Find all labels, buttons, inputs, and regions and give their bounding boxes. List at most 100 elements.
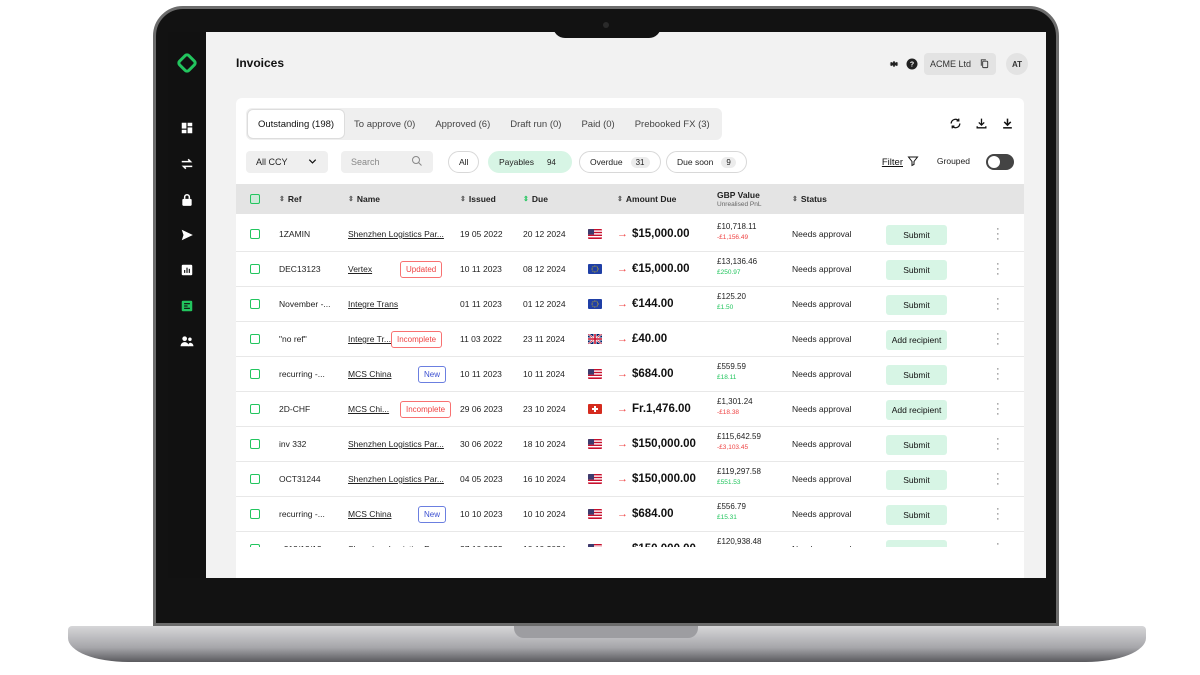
amount-cell: → £40.00 bbox=[617, 322, 667, 356]
more-options-icon[interactable]: ··· bbox=[996, 434, 1000, 455]
table-row[interactable]: recurring -... MCS China New 10 10 2023 10 1… bbox=[236, 497, 1024, 532]
table-row[interactable]: "no ref" Integre Tr... Incomplete 11 03 202… bbox=[236, 322, 1024, 357]
submit-button[interactable]: Submit bbox=[886, 260, 947, 280]
copy-icon[interactable] bbox=[979, 58, 990, 71]
arrow-right-icon: → bbox=[617, 473, 628, 485]
submit-button[interactable]: Submit bbox=[886, 470, 947, 490]
send-icon[interactable] bbox=[179, 227, 195, 243]
tab-outstanding[interactable]: Outstanding (198) bbox=[248, 110, 345, 138]
row-checkbox[interactable] bbox=[250, 334, 260, 344]
recipient-name-link[interactable]: Shenzhen Logistics Par... bbox=[348, 217, 444, 251]
filter-chip-all[interactable]: All bbox=[448, 151, 480, 173]
search-input[interactable]: Search bbox=[341, 151, 433, 173]
more-options-icon[interactable]: ··· bbox=[996, 259, 1000, 280]
col-name[interactable]: ⇕ Name bbox=[348, 184, 380, 214]
tab-draft-run[interactable]: Draft run (0) bbox=[500, 110, 571, 138]
avatar[interactable]: AT bbox=[1006, 53, 1028, 75]
table-row[interactable]: 2D-CHF MCS Chi... Incomplete 29 06 2023 23 1… bbox=[236, 392, 1024, 427]
recipient-name-link[interactable]: Shenzhen Logistics Par... bbox=[348, 462, 444, 496]
invoices-icon[interactable] bbox=[179, 298, 195, 314]
tab-prebooked-fx[interactable]: Prebooked FX (3) bbox=[625, 110, 720, 138]
row-checkbox[interactable] bbox=[250, 264, 260, 274]
recipient-name-link[interactable]: MCS China bbox=[348, 357, 391, 391]
col-amount[interactable]: ⇕ Amount Due bbox=[617, 184, 676, 214]
import-icon[interactable] bbox=[974, 116, 988, 130]
currency-select[interactable]: All CCY bbox=[246, 151, 328, 173]
filter-chip-payables[interactable]: Payables 94 bbox=[488, 151, 572, 173]
help-icon[interactable]: ? bbox=[906, 58, 918, 70]
recipient-name-link[interactable]: Shenzhen Logistics Par... bbox=[348, 532, 444, 547]
gbp-value: £125.20 bbox=[717, 292, 746, 301]
table-row[interactable]: DEC13123 Vertex Updated 10 11 2023 08 12 202… bbox=[236, 252, 1024, 287]
col-due[interactable]: ⇕ Due bbox=[523, 184, 548, 214]
gear-icon[interactable] bbox=[888, 58, 900, 70]
recipient-name-link[interactable]: Shenzhen Logistics Par... bbox=[348, 427, 444, 461]
tab-approved[interactable]: Approved (6) bbox=[425, 110, 500, 138]
unrealised-pnl: £18.11 bbox=[717, 374, 737, 381]
recipient-name-link[interactable]: MCS Chi... bbox=[348, 392, 389, 426]
gbp-value-cell: £559.59 £18.11 bbox=[717, 361, 746, 383]
due-date-cell: 20 12 2024 bbox=[523, 229, 566, 239]
users-icon[interactable] bbox=[179, 333, 195, 349]
row-checkbox[interactable] bbox=[250, 509, 260, 519]
filter-button[interactable]: Filter bbox=[882, 155, 919, 170]
recipient-name-link[interactable]: Integre Trans bbox=[348, 287, 398, 321]
more-options-icon[interactable]: ··· bbox=[996, 364, 1000, 385]
row-checkbox[interactable] bbox=[250, 369, 260, 379]
dashboard-icon[interactable] bbox=[179, 120, 195, 136]
more-options-icon[interactable]: ··· bbox=[996, 504, 1000, 525]
submit-button[interactable]: Submit bbox=[886, 505, 947, 525]
more-options-icon[interactable]: ··· bbox=[996, 469, 1000, 490]
submit-button[interactable]: Submit bbox=[886, 365, 947, 385]
row-checkbox[interactable] bbox=[250, 474, 260, 484]
company-switcher[interactable]: ACME Ltd bbox=[923, 53, 996, 75]
submit-button[interactable]: Submit bbox=[886, 435, 947, 455]
select-all-checkbox[interactable] bbox=[250, 194, 260, 204]
submit-button[interactable]: Submit bbox=[886, 540, 947, 547]
row-checkbox[interactable] bbox=[250, 439, 260, 449]
recipient-name-link[interactable]: Vertex bbox=[348, 252, 372, 286]
refresh-icon[interactable] bbox=[948, 116, 962, 130]
funnel-icon bbox=[907, 155, 919, 170]
transfer-icon[interactable] bbox=[179, 156, 195, 172]
gbp-value-cell: £556.79 £15.31 bbox=[717, 501, 746, 523]
brand-logo[interactable] bbox=[175, 51, 199, 75]
filter-chip-overdue[interactable]: Overdue 31 bbox=[579, 151, 661, 173]
add-recipient-button[interactable]: Add recipient bbox=[886, 330, 947, 350]
lock-icon[interactable] bbox=[179, 192, 195, 208]
table-row[interactable]: recurring -... MCS China New 10 11 2023 10 1… bbox=[236, 357, 1024, 392]
more-options-icon[interactable]: ··· bbox=[996, 399, 1000, 420]
row-checkbox[interactable] bbox=[250, 299, 260, 309]
col-ref[interactable]: ⇕ Ref bbox=[279, 184, 302, 214]
more-options-icon[interactable]: ··· bbox=[996, 294, 1000, 315]
recipient-name-link[interactable]: Integre Tr... bbox=[348, 322, 391, 356]
table-row[interactable]: November -... Integre Trans 01 11 2023 01 1… bbox=[236, 287, 1024, 322]
submit-button[interactable]: Submit bbox=[886, 295, 947, 315]
gbp-value-cell: £10,718.11 -£1,156.49 bbox=[717, 221, 756, 243]
table-row[interactable]: a213/13/12 Shenzhen Logistics Par... 27 10… bbox=[236, 532, 1024, 547]
sort-icon: ⇕ bbox=[348, 196, 354, 203]
more-options-icon[interactable]: ··· bbox=[996, 539, 1000, 548]
recipient-name-link[interactable]: MCS China bbox=[348, 497, 391, 531]
row-checkbox[interactable] bbox=[250, 229, 260, 239]
chart-icon[interactable] bbox=[179, 262, 195, 278]
filter-chip-due-soon[interactable]: Due soon 9 bbox=[666, 151, 747, 173]
col-issued[interactable]: ⇕ Issued bbox=[460, 184, 496, 214]
invoices-panel: Outstanding (198) To approve (0) Approved … bbox=[236, 98, 1024, 578]
table-row[interactable]: OCT31244 Shenzhen Logistics Par... 04 05 2… bbox=[236, 462, 1024, 497]
sort-icon: ⇕ bbox=[792, 196, 798, 203]
grouped-toggle[interactable] bbox=[986, 154, 1014, 170]
add-recipient-button[interactable]: Add recipient bbox=[886, 400, 947, 420]
more-options-icon[interactable]: ··· bbox=[996, 224, 1000, 245]
tab-paid[interactable]: Paid (0) bbox=[571, 110, 624, 138]
tab-to-approve[interactable]: To approve (0) bbox=[344, 110, 425, 138]
table-row[interactable]: inv 332 Shenzhen Logistics Par... 30 06 20… bbox=[236, 427, 1024, 462]
submit-button[interactable]: Submit bbox=[886, 225, 947, 245]
col-status[interactable]: ⇕ Status bbox=[792, 184, 827, 214]
more-options-icon[interactable]: ··· bbox=[996, 329, 1000, 350]
row-checkbox[interactable] bbox=[250, 404, 260, 414]
row-checkbox[interactable] bbox=[250, 544, 260, 547]
download-icon[interactable] bbox=[1000, 116, 1014, 130]
issued-date-cell: 10 11 2023 bbox=[460, 264, 502, 274]
table-row[interactable]: 1ZAMIN Shenzhen Logistics Par... 19 05 202… bbox=[236, 217, 1024, 252]
